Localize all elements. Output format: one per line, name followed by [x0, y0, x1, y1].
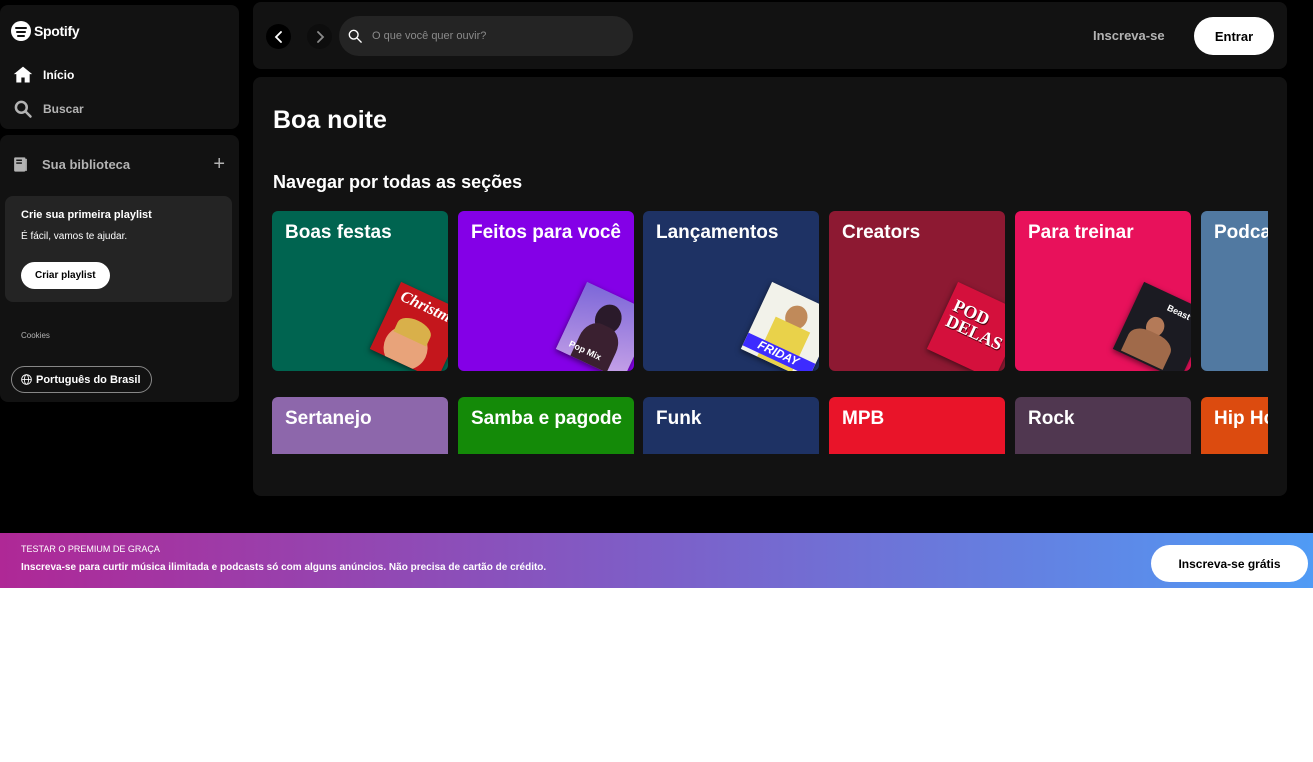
category-card-samba-e-pagode[interactable]: Samba e pagode — [458, 397, 634, 454]
search-input[interactable] — [372, 30, 612, 42]
top-bar: Inscreva-se Entrar — [253, 2, 1287, 69]
card-art-image: FRIDAY — [740, 281, 819, 371]
page-title: Boa noite — [273, 106, 387, 134]
card-title: Hip Hop — [1214, 408, 1268, 429]
sidebar-item-label: Buscar — [43, 102, 84, 116]
create-playlist-title: Crie sua primeira playlist — [21, 209, 152, 221]
search-bar[interactable] — [339, 16, 633, 56]
category-card-podcasts[interactable]: Podcasts — [1201, 211, 1268, 371]
category-card-creators[interactable]: Creators POD DELAS — [829, 211, 1005, 371]
section-title: Navegar por todas as seções — [273, 172, 523, 192]
category-card-lancamentos[interactable]: Lançamentos FRIDAY — [643, 211, 819, 371]
spotify-logo-icon — [11, 21, 31, 41]
card-title: Boas festas — [285, 222, 392, 243]
signup-link[interactable]: Inscreva-se — [1093, 28, 1165, 43]
category-card-hip-hop[interactable]: Hip Hop — [1201, 397, 1268, 454]
library-header[interactable]: Sua biblioteca — [12, 156, 130, 173]
create-playlist-subtitle: É fácil, vamos te ajudar. — [21, 231, 128, 242]
signup-free-button[interactable]: Inscreva-se grátis — [1151, 545, 1308, 582]
login-button[interactable]: Entrar — [1194, 17, 1274, 55]
sidebar-item-search[interactable]: Buscar — [13, 99, 84, 119]
sidebar-item-home[interactable]: Início — [13, 65, 74, 85]
card-art-image: Christmas Hits — [369, 281, 448, 371]
category-card-funk[interactable]: Funk — [643, 397, 819, 454]
card-art-text: Beast Mode — [1165, 302, 1191, 333]
card-title: Rock — [1028, 408, 1075, 429]
chevron-right-icon — [316, 30, 324, 43]
language-button[interactable]: Português do Brasil — [11, 366, 152, 393]
search-icon — [14, 100, 32, 118]
card-title: Creators — [842, 222, 921, 243]
card-art-text: POD DELAS — [942, 295, 1005, 355]
forward-button[interactable] — [307, 24, 332, 49]
category-card-boas-festas[interactable]: Boas festas Christmas Hits — [272, 211, 448, 371]
card-art-image: Beast Mode — [1112, 281, 1191, 371]
banner-text: Inscreva-se para curtir música ilimitada… — [21, 562, 547, 573]
card-title: MPB — [842, 408, 885, 429]
add-library-icon[interactable]: + — [213, 154, 225, 174]
back-button[interactable] — [266, 24, 291, 49]
card-title: Para treinar — [1028, 222, 1134, 243]
home-icon — [13, 66, 33, 83]
library-icon — [14, 157, 27, 172]
search-icon — [348, 29, 362, 43]
chevron-left-icon — [274, 30, 282, 43]
sidebar-library-panel: Sua biblioteca + Crie sua primeira playl… — [0, 135, 239, 402]
card-title: Sertanejo — [285, 408, 372, 429]
cookies-link[interactable]: Cookies — [21, 331, 50, 340]
language-label: Português do Brasil — [36, 373, 141, 386]
premium-banner[interactable]: TESTAR O PREMIUM DE GRAÇA Inscreva-se pa… — [0, 533, 1313, 588]
card-title: Funk — [656, 408, 702, 429]
browse-grid: Boas festas Christmas Hits Feitos para v… — [272, 211, 1268, 454]
card-art-image: Pop Mix — [555, 281, 634, 371]
library-label: Sua biblioteca — [42, 157, 131, 172]
main-content: Boa noite Navegar por todas as seções Bo… — [253, 77, 1287, 496]
category-card-para-treinar[interactable]: Para treinar Beast Mode — [1015, 211, 1191, 371]
category-card-mpb[interactable]: MPB — [829, 397, 1005, 454]
card-title: Samba e pagode — [471, 408, 622, 429]
create-playlist-button[interactable]: Criar playlist — [21, 262, 110, 289]
category-card-rock[interactable]: Rock — [1015, 397, 1191, 454]
create-playlist-card: Crie sua primeira playlist É fácil, vamo… — [5, 196, 232, 302]
globe-icon — [21, 374, 32, 385]
category-card-feitos-para-voce[interactable]: Feitos para você Pop Mix — [458, 211, 634, 371]
card-title: Lançamentos — [656, 222, 779, 243]
spotify-logo[interactable]: Spotify — [11, 21, 80, 41]
app-shell: Spotify Início Buscar Sua biblioteca + C… — [0, 0, 1313, 533]
spotify-logo-text: Spotify — [34, 23, 80, 39]
sidebar-nav-panel: Spotify Início Buscar — [0, 5, 239, 129]
category-card-sertanejo[interactable]: Sertanejo — [272, 397, 448, 454]
sidebar-item-label: Início — [43, 68, 75, 82]
banner-kicker: TESTAR O PREMIUM DE GRAÇA — [21, 544, 160, 554]
card-title: Feitos para você — [471, 222, 621, 243]
card-art-image: POD DELAS — [926, 281, 1005, 371]
card-title: Podcasts — [1214, 222, 1268, 243]
